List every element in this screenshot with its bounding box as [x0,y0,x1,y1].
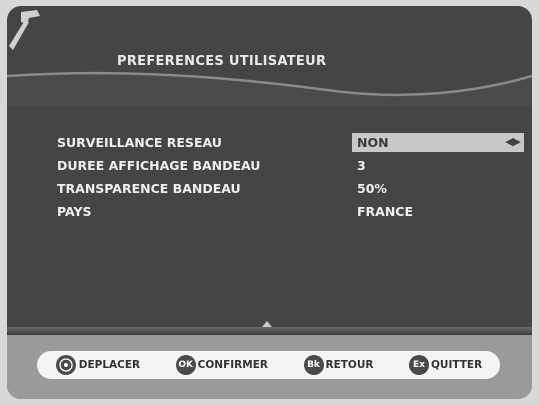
setting-value: NON [357,135,389,150]
ok-key-icon: OK [175,355,196,375]
caret-up-icon [262,321,272,327]
retour-button[interactable]: Bk RETOUR [303,355,374,375]
setting-row-pays[interactable]: PAYS FRANCE [57,201,527,224]
menu-header: PREFERENCES UTILISATEUR [7,6,532,106]
button-label: CONFIRMER [197,359,268,371]
footer-divider [7,327,532,335]
setting-value: FRANCE [357,204,414,219]
confirmer-button[interactable]: OK CONFIRMER [175,355,268,375]
setting-row-surveillance[interactable]: SURVEILLANCE RESEAU ◀▶ NON [57,132,527,155]
setting-label: SURVEILLANCE RESEAU [57,135,222,150]
setting-value: 50% [357,181,387,196]
button-help-bar: DEPLACER OK CONFIRMER Bk RETOUR Ex QUITT… [37,351,500,379]
settings-list: SURVEILLANCE RESEAU ◀▶ NON DUREE AFFICHA… [57,132,527,224]
dpad-icon [55,355,76,375]
button-label: DEPLACER [78,359,141,371]
setting-label: PAYS [57,204,92,219]
left-right-arrows-icon[interactable]: ◀▶ [505,135,521,148]
quitter-button[interactable]: Ex QUITTER [409,355,482,375]
page-title: PREFERENCES UTILISATEUR [117,54,327,69]
exit-key-icon: Ex [409,355,429,375]
setting-row-transparence[interactable]: TRANSPARENCE BANDEAU 50% [57,178,527,201]
deplacer-button[interactable]: DEPLACER [55,354,140,376]
tv-menu-screen: PREFERENCES UTILISATEUR SURVEILLANCE RES… [7,6,532,399]
wrench-icon [9,10,40,50]
footer: DEPLACER OK CONFIRMER Bk RETOUR Ex QUITT… [7,335,532,399]
setting-label: DUREE AFFICHAGE BANDEAU [57,158,261,173]
button-label: RETOUR [325,359,374,371]
back-key-icon: Bk [303,355,324,375]
setting-value: 3 [357,158,366,173]
setting-label: TRANSPARENCE BANDEAU [57,181,241,196]
setting-row-duree[interactable]: DUREE AFFICHAGE BANDEAU 3 [57,155,527,178]
button-label: QUITTER [431,359,483,371]
